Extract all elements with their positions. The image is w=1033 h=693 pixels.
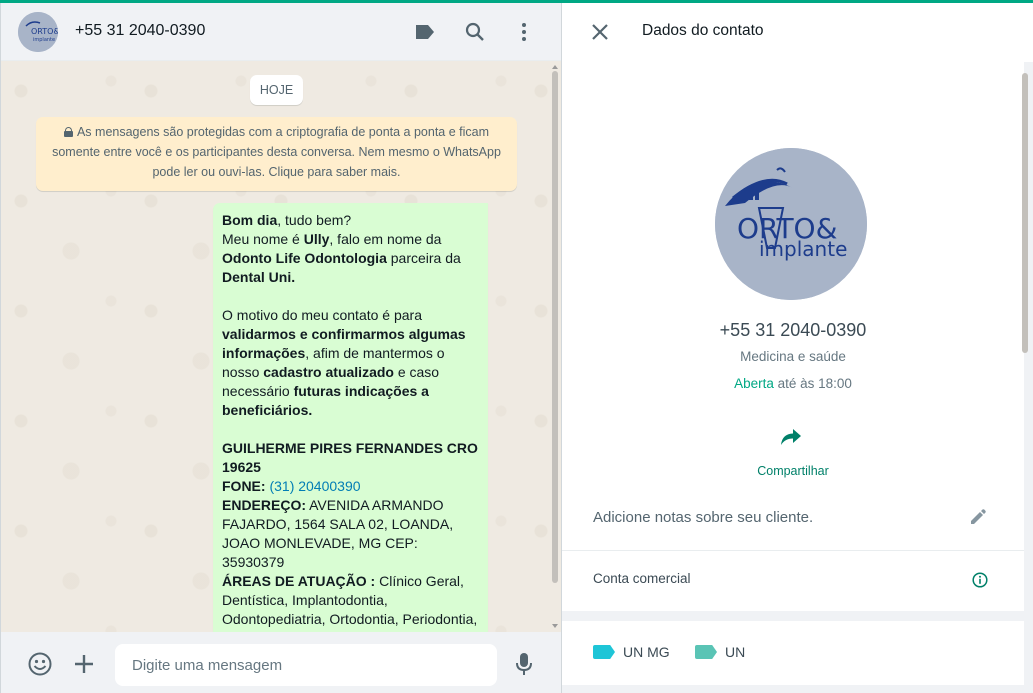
- contact-phone: +55 31 2040-0390: [719, 320, 867, 340]
- logo-sub-text: implante: [759, 237, 847, 261]
- msg-text: FONE:: [222, 478, 266, 494]
- business-hours[interactable]: Aberta até às 18:00: [562, 376, 1024, 391]
- composer: [1, 632, 561, 693]
- business-account-row[interactable]: Conta comercial: [562, 551, 1024, 611]
- microphone-icon[interactable]: [511, 651, 537, 677]
- labels-section: UN MG UN: [562, 621, 1024, 685]
- encryption-notice-text: As mensagens são protegidas com a cripto…: [52, 125, 501, 179]
- msg-text: , tudo bem?: [277, 212, 352, 228]
- msg-text: ÁREAS DE ATUAÇÃO :: [222, 573, 376, 589]
- scroll-up-arrow[interactable]: [552, 65, 558, 69]
- msg-text: cadastro atualizado: [263, 364, 394, 380]
- contact-info-title: Dados do contato: [642, 22, 764, 39]
- profile-photo[interactable]: ORTO& implante: [715, 148, 867, 300]
- msg-text: Ully: [303, 231, 330, 247]
- msg-text: GUILHERME PIRES FERNANDES CRO 19625: [222, 440, 478, 475]
- msg-text: Odonto Life Odontologia: [222, 250, 387, 266]
- msg-text: Meu nome é: [222, 231, 304, 247]
- chat-title[interactable]: +55 31 2040-0390: [75, 22, 205, 40]
- msg-text: ENDEREÇO:: [222, 497, 307, 513]
- date-divider: HOJE: [250, 75, 303, 105]
- contact-info-header: Dados do contato: [562, 3, 1033, 62]
- label-chip-un-mg[interactable]: UN MG: [593, 644, 670, 660]
- msg-text: Dental Uni.: [222, 269, 296, 285]
- msg-text: parceira da: [386, 250, 461, 266]
- contact-info-pane: Dados do contato ORTO& implante +55 31 2…: [561, 3, 1033, 693]
- label-icon[interactable]: [413, 20, 437, 44]
- message-input[interactable]: [115, 644, 497, 686]
- info-icon[interactable]: [971, 571, 989, 589]
- encryption-notice[interactable]: As mensagens são protegidas com a cripto…: [36, 117, 517, 191]
- phone-link[interactable]: (31) 20400390: [269, 478, 360, 494]
- lock-icon: [63, 127, 73, 137]
- avatar-sub-text: implante: [33, 37, 55, 43]
- msg-text: , falo em nome da: [329, 231, 442, 247]
- label-text: UN: [725, 644, 746, 660]
- business-account-label: Conta comercial: [593, 571, 691, 586]
- msg-text: O motivo do meu contato é para: [222, 307, 422, 323]
- menu-icon[interactable]: [512, 20, 536, 44]
- emoji-icon[interactable]: [27, 651, 53, 677]
- profile-section: ORTO& implante +55 31 2040-0390 Medicina…: [562, 62, 1024, 491]
- label-text: UN MG: [623, 644, 670, 660]
- notes-placeholder[interactable]: Adicione notas sobre seu cliente.: [593, 509, 813, 526]
- hours-detail: até às 18:00: [773, 376, 852, 391]
- chat-pane: ORTO& implante +55 31 2040-0390 HOJE As …: [0, 3, 561, 693]
- business-category: Medicina e saúde: [740, 349, 846, 364]
- message-bubble[interactable]: Bom dia, tudo bem? Meu nome é Ully, falo…: [213, 203, 488, 632]
- chat-header[interactable]: ORTO& implante +55 31 2040-0390: [1, 3, 561, 61]
- share-button[interactable]: Compartilhar: [562, 464, 1024, 478]
- avatar-brand-text: ORTO&: [31, 27, 58, 36]
- share-icon[interactable]: [778, 424, 804, 450]
- contact-avatar[interactable]: ORTO& implante: [18, 12, 58, 52]
- label-tag-icon: [695, 645, 717, 659]
- label-tag-icon: [593, 645, 615, 659]
- msg-text: Bom dia: [222, 212, 278, 228]
- close-icon[interactable]: [588, 20, 612, 44]
- chat-messages[interactable]: HOJE As mensagens são protegidas com a c…: [1, 61, 561, 632]
- edit-pencil-icon[interactable]: [967, 506, 989, 528]
- hours-status: Aberta: [734, 376, 774, 391]
- label-chip-un[interactable]: UN: [695, 644, 745, 660]
- attach-plus-icon[interactable]: [71, 651, 97, 677]
- scroll-down-arrow[interactable]: [552, 624, 558, 628]
- chat-scrollbar[interactable]: [552, 71, 558, 583]
- search-icon[interactable]: [463, 20, 487, 44]
- info-scrollbar[interactable]: [1022, 73, 1028, 353]
